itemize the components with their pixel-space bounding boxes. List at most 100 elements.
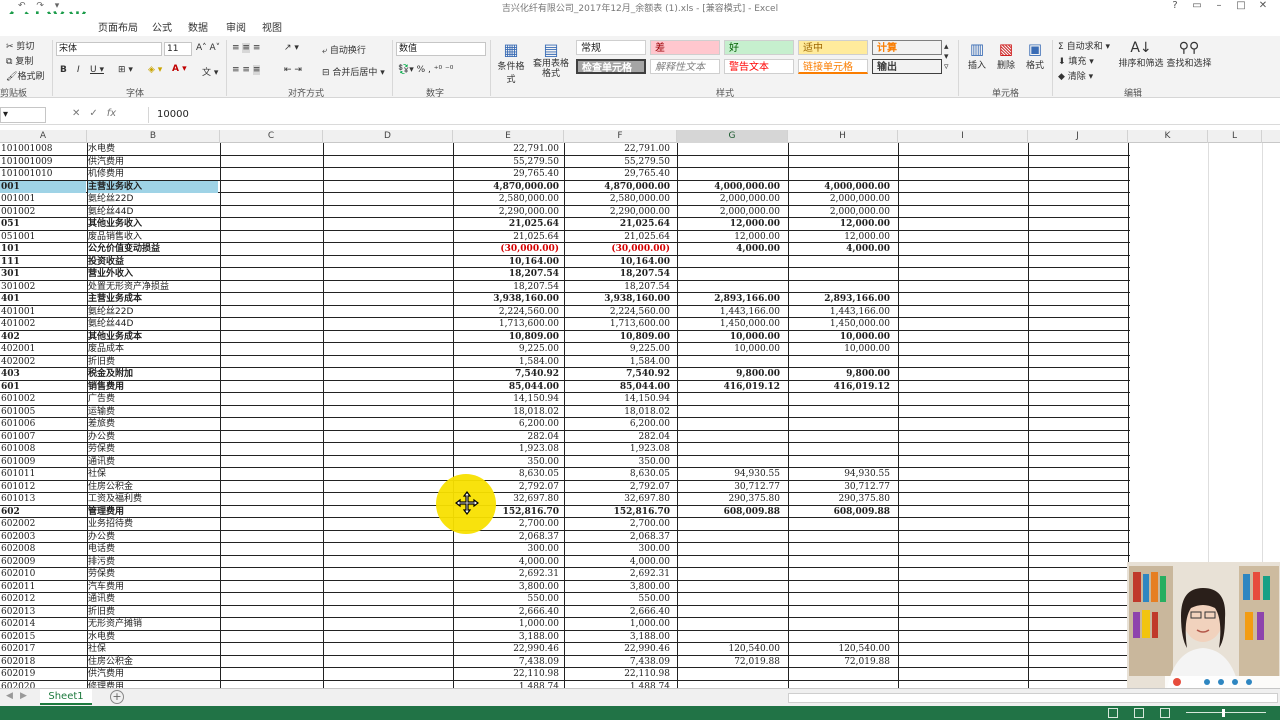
cell-amount-h[interactable] [788,531,894,543]
cell-amount-g[interactable] [678,443,784,455]
cell-account-code[interactable]: 601 [0,381,86,393]
cell-amount-e[interactable]: (30,000.00) [454,243,563,255]
table-row[interactable]: 601002 广告费 14,150.94 14,150.94 [0,393,1130,406]
sort-filter-button[interactable]: A↓ 排序和筛选 [1118,40,1164,69]
cell-account-name[interactable]: 供汽费用 [88,156,218,168]
cell-amount-g[interactable]: 12,000.00 [678,231,784,243]
cell-amount-f[interactable]: 3,938,160.00 [565,293,674,305]
cell-amount-f[interactable]: 85,044.00 [565,381,674,393]
cell-amount-h[interactable] [788,156,894,168]
table-row[interactable]: 001 主营业务收入 4,870,000.00 4,870,000.00 4,000,0… [0,180,1130,193]
cell-amount-f[interactable]: 350.00 [565,456,674,468]
cell-amount-f[interactable]: 550.00 [565,593,674,605]
cell-account-code[interactable]: 402001 [0,343,86,355]
cell-account-code[interactable]: 602009 [0,556,86,568]
cell-amount-f[interactable]: 22,791.00 [565,143,674,155]
cell-account-name[interactable]: 办公费 [88,431,218,443]
cell-account-code[interactable]: 602014 [0,618,86,630]
cell-amount-g[interactable] [678,156,784,168]
cell-amount-e[interactable]: 1,923.08 [454,443,563,455]
name-box[interactable]: ▾ [0,107,46,123]
cell-amount-e[interactable]: 350.00 [454,456,563,468]
cell-account-name[interactable]: 水电费 [88,631,218,643]
cell-account-code[interactable]: 602003 [0,531,86,543]
table-row[interactable]: 301002 处置无形资产净损益 18,207.54 18,207.54 [0,281,1130,293]
cell-account-name[interactable]: 氨纶丝44D [88,206,218,218]
cell-amount-g[interactable]: 2,000,000.00 [678,193,784,205]
merge-center-button[interactable]: ⊟ 合并后居中 ▾ [322,65,385,78]
cell-amount-h[interactable]: 10,000.00 [788,343,894,355]
table-row[interactable]: 301 营业外收入 18,207.54 18,207.54 [0,268,1130,281]
cell-style-3[interactable]: 适中 [798,40,868,55]
table-row[interactable]: 602010 劳保费 2,692.31 2,692.31 [0,568,1130,581]
cell-amount-e[interactable]: 2,290,000.00 [454,206,563,218]
cell-account-name[interactable]: 无形资产摊销 [88,618,218,630]
cell-account-code[interactable]: 602013 [0,606,86,618]
zoom-slider[interactable] [1186,712,1266,713]
font-color-icon[interactable]: A ▾ [172,64,187,74]
cell-account-name[interactable]: 废品销售收入 [88,231,218,243]
cell-account-name[interactable]: 工资及福利费 [88,493,218,505]
cell-amount-g[interactable] [678,356,784,368]
next-sheet-icon[interactable]: ▶ [20,691,27,701]
cell-account-name[interactable]: 住房公积金 [88,656,218,668]
cell-account-code[interactable]: 601012 [0,481,86,493]
cell-amount-h[interactable] [788,143,894,155]
cell-amount-f[interactable]: 1,488.74 [565,681,674,689]
cell-amount-h[interactable] [788,581,894,593]
cell-amount-e[interactable]: 6,200.00 [454,418,563,430]
table-row[interactable]: 602013 折旧费 2,666.40 2,666.40 [0,606,1130,618]
align-top-icon[interactable]: ≡ ≡ ≡ [232,43,260,53]
cell-account-code[interactable]: 602017 [0,643,86,655]
cell-amount-h[interactable] [788,281,894,293]
cell-amount-f[interactable]: 2,792.07 [565,481,674,493]
table-row[interactable]: 601011 社保 8,630.05 8,630.05 94,930.55 94,930.… [0,468,1130,481]
tab-view[interactable]: 视图 [262,19,282,34]
cell-amount-g[interactable]: 290,375.80 [678,493,784,505]
cut-button[interactable]: ✂ 剪切 [6,39,34,52]
delete-button[interactable]: ▧ 删除 [993,40,1019,71]
table-row[interactable]: 402002 折旧费 1,584.00 1,584.00 [0,356,1130,368]
cell-account-name[interactable]: 折旧费 [88,356,218,368]
table-row[interactable]: 602019 供汽费用 22,110.98 22,110.98 [0,668,1130,681]
maximize-icon[interactable]: □ [1230,0,1252,11]
cell-amount-h[interactable]: 10,000.00 [788,331,894,343]
cell-account-code[interactable]: 001002 [0,206,86,218]
cell-amount-h[interactable] [788,418,894,430]
cell-amount-e[interactable]: 4,870,000.00 [454,181,563,193]
cell-account-code[interactable]: 602012 [0,593,86,605]
cell-amount-g[interactable] [678,393,784,405]
cell-account-name[interactable]: 社保 [88,468,218,480]
cell-amount-e[interactable]: 1,488.74 [454,681,563,689]
page-break-view-icon[interactable] [1160,708,1170,718]
cell-amount-h[interactable] [788,681,894,689]
cell-amount-h[interactable]: 4,000,000.00 [788,181,894,193]
table-row[interactable]: 401002 氨纶丝44D 1,713,600.00 1,713,600.00 1,45… [0,318,1130,331]
cell-account-code[interactable]: 402 [0,331,86,343]
clear-button[interactable]: ◆ 清除 ▾ [1058,69,1093,82]
cell-amount-g[interactable] [678,668,784,680]
cell-account-name[interactable]: 汽车费用 [88,581,218,593]
cell-account-code[interactable]: 402002 [0,356,86,368]
cell-amount-e[interactable]: 4,000.00 [454,556,563,568]
cell-amount-h[interactable]: 94,930.55 [788,468,894,480]
cell-amount-f[interactable]: 3,188.00 [565,631,674,643]
window-controls[interactable]: ? ▭ – □ ✕ [1164,0,1274,11]
table-row[interactable]: 602014 无形资产摊销 1,000.00 1,000.00 [0,618,1130,631]
format-button[interactable]: ▣ 格式 [1022,40,1048,71]
cell-amount-e[interactable]: 1,584.00 [454,356,563,368]
cell-amount-e[interactable]: 3,188.00 [454,631,563,643]
cell-account-name[interactable]: 氨纶丝44D [88,318,218,330]
close-icon[interactable]: ✕ [1252,0,1274,11]
cell-account-name[interactable]: 供汽费用 [88,668,218,680]
cell-amount-g[interactable] [678,281,784,293]
cell-account-code[interactable]: 101001008 [0,143,86,155]
cell-amount-f[interactable]: 2,580,000.00 [565,193,674,205]
cell-amount-f[interactable]: 1,584.00 [565,356,674,368]
normal-view-icon[interactable] [1108,708,1118,718]
cell-account-name[interactable]: 销售费用 [88,381,218,393]
table-row[interactable]: 601009 通讯费 350.00 350.00 [0,456,1130,468]
table-row[interactable]: 601 销售费用 85,044.00 85,044.00 416,019.12 416,0… [0,381,1130,393]
table-row[interactable]: 602015 水电费 3,188.00 3,188.00 [0,631,1130,643]
cell-amount-e[interactable]: 22,990.46 [454,643,563,655]
